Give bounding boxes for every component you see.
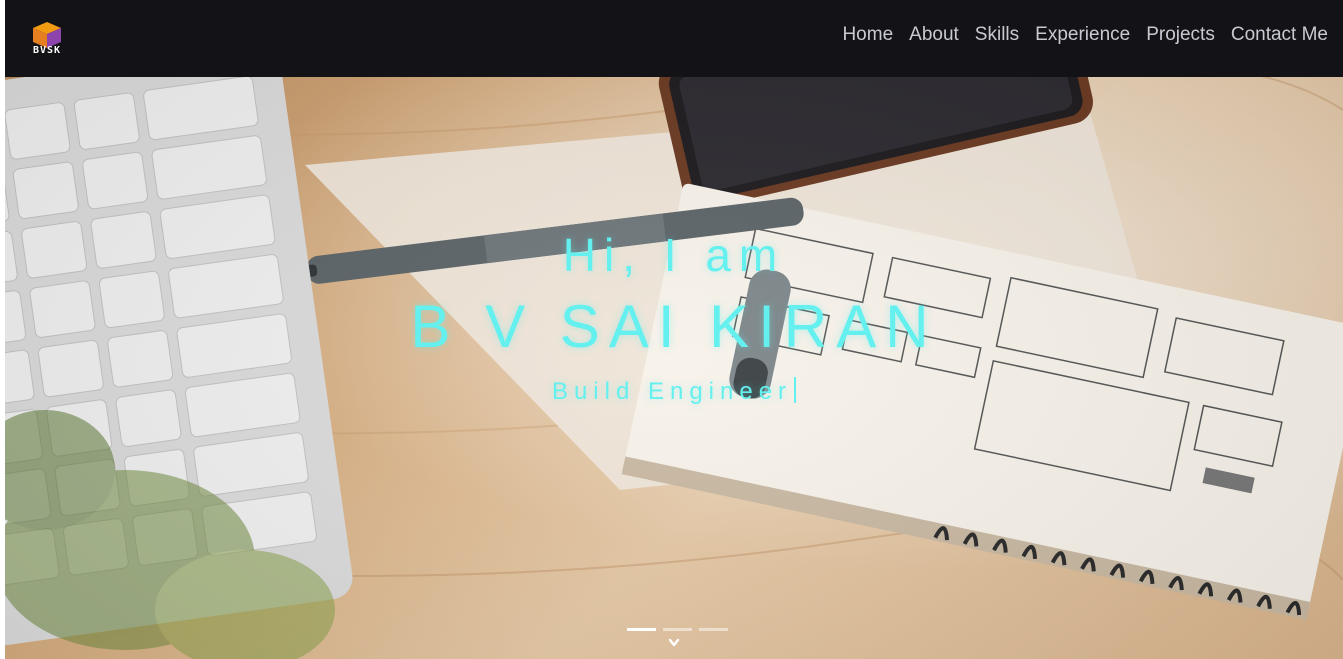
nav-home[interactable]: Home — [842, 24, 893, 46]
brand-logo[interactable]: BVSK — [25, 20, 69, 60]
hero-role-text: Build Engineer — [551, 378, 793, 405]
navbar: BVSK Home About Skills Experience Projec… — [5, 0, 1343, 77]
carousel-indicator-2[interactable] — [663, 628, 692, 631]
hero-greeting: Hi, I am — [562, 229, 786, 281]
nav-about[interactable]: About — [909, 24, 959, 46]
nav-skills[interactable]: Skills — [975, 24, 1019, 46]
hero-name: B V SAI KIRAN — [410, 293, 938, 360]
main-nav: Home About Skills Experience Projects Co… — [842, 24, 1328, 46]
nav-projects[interactable]: Projects — [1146, 24, 1215, 46]
typing-caret — [794, 377, 797, 403]
page: BVSK Home About Skills Experience Projec… — [5, 0, 1343, 659]
chevron-down-icon[interactable] — [667, 636, 681, 650]
carousel-indicator-3[interactable] — [699, 628, 728, 631]
nav-contact-me[interactable]: Contact Me — [1231, 24, 1328, 46]
nav-experience[interactable]: Experience — [1035, 24, 1130, 46]
carousel-indicators — [627, 628, 728, 631]
carousel-indicator-1[interactable] — [627, 628, 656, 631]
brand-logo-text: BVSK — [32, 45, 62, 56]
hero-role: Build Engineer — [5, 377, 1343, 406]
